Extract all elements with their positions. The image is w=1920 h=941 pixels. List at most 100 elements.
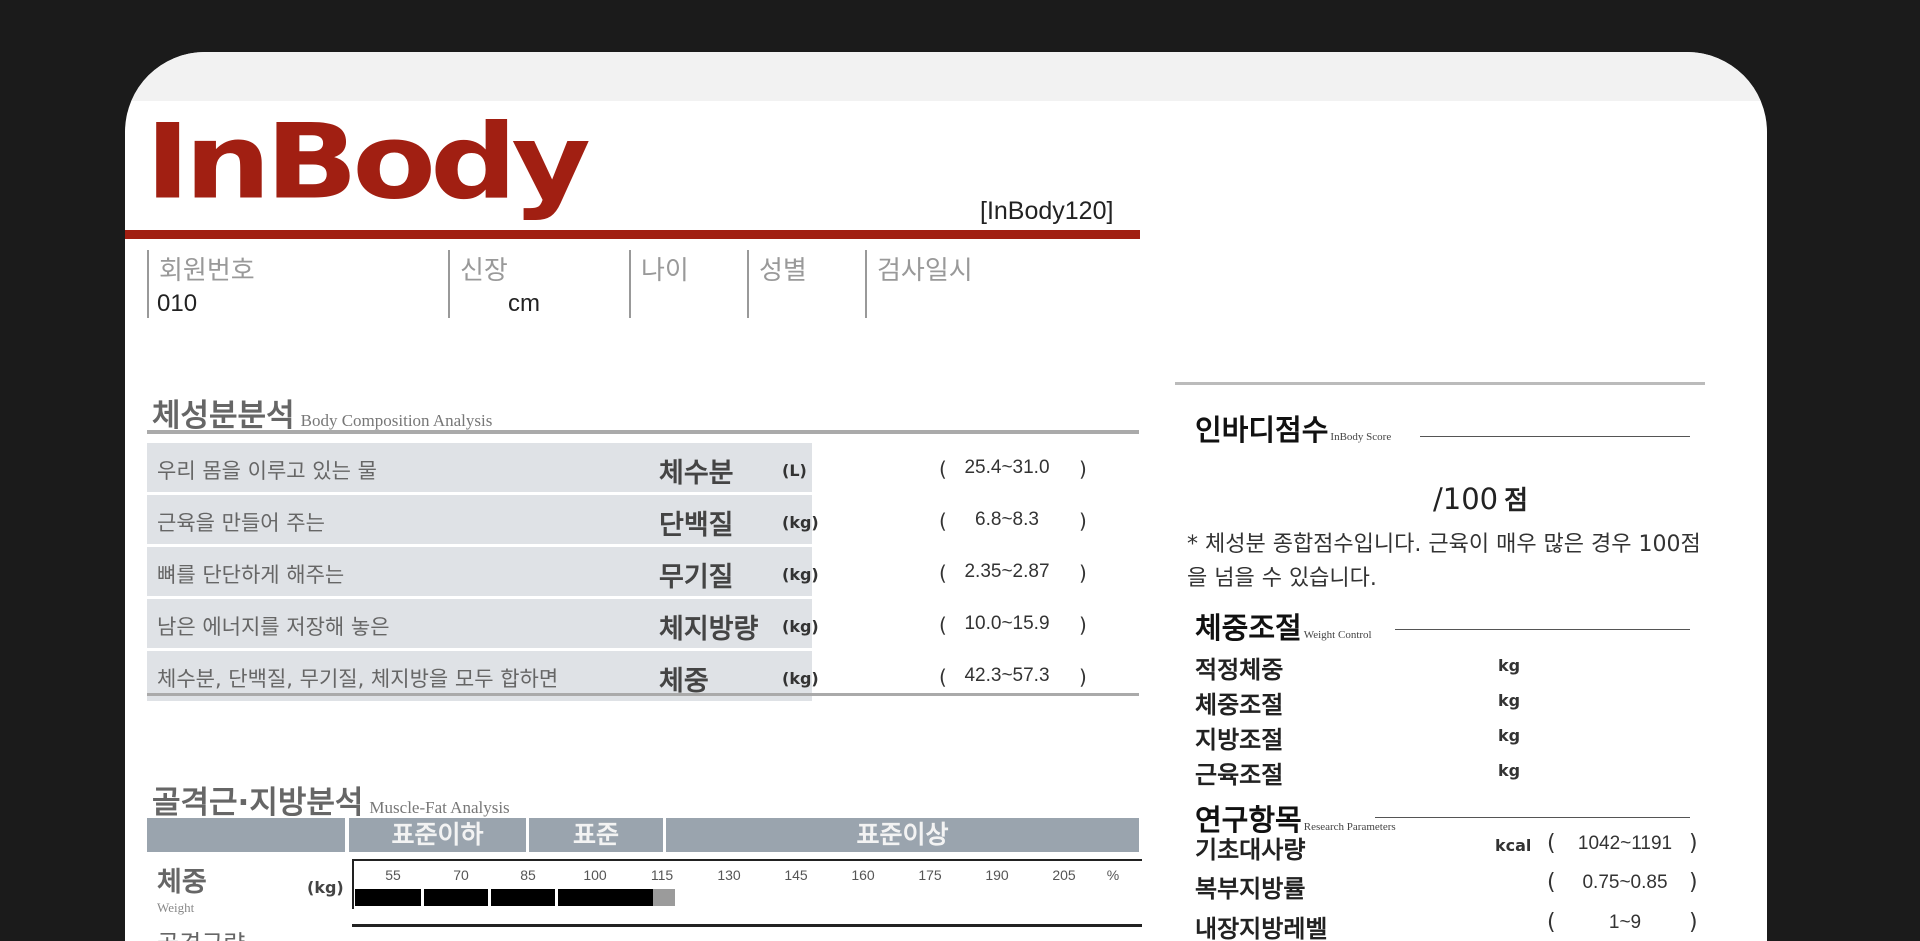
bca-row-desc: 남은 에너지를 저장해 놓은 — [157, 615, 390, 639]
mfa-tick-label: 190 — [985, 867, 1009, 883]
mfa-next-row-rule — [352, 924, 1142, 927]
research-title-en: Research Parameters — [1303, 821, 1396, 833]
weight-bar-tail — [653, 889, 675, 906]
bca-title-en: Body Composition Analysis — [300, 411, 493, 430]
mfa-head-above-standard: 표준이상 — [666, 818, 1139, 852]
bca-row-desc: 근육을 만들어 주는 — [157, 511, 325, 535]
mfa-tick-label: 175 — [918, 867, 942, 883]
age-label: 나이 — [641, 256, 689, 286]
header-divider — [125, 230, 1140, 239]
height-field: 신장 cm — [448, 250, 610, 318]
weight-control-label: 적정체중 — [1195, 656, 1284, 684]
weight-bar-sep-3 — [555, 889, 558, 906]
member-number-field: 회원번호 010 — [147, 250, 449, 318]
weight-control-title-en: Weight Control — [1303, 629, 1372, 641]
research-rule — [1375, 817, 1690, 818]
bca-row: 우리 몸을 이루고 있는 물 체수분 (L) (25.4~31.0) — [147, 440, 1139, 493]
height-unit: cm — [508, 290, 540, 317]
weight-control-unit: kg — [1498, 656, 1521, 675]
mfa-tick-label: 205 — [1052, 867, 1076, 883]
bca-row-range: 42.3~57.3 — [964, 665, 1050, 686]
bca-title: 체성분분석 Body Composition Analysis — [152, 390, 492, 435]
score-note: * 체성분 종합점수입니다. 근육이 매우 많은 경우 100점을 넘을 수 있… — [1187, 532, 1701, 591]
score-value: /100 점 — [1433, 480, 1528, 517]
bca-row-paren-close: ) — [1079, 665, 1087, 689]
weight-control-label: 지방조절 — [1195, 726, 1284, 754]
research-paren-close: ) — [1689, 831, 1698, 856]
bca-row-desc: 우리 몸을 이루고 있는 물 — [157, 459, 377, 483]
mfa-title-ko: 골격근·지방분석 — [152, 785, 364, 821]
mfa-tick-label: 70 — [453, 867, 469, 883]
score-suffix: 점 — [1504, 486, 1529, 516]
mfa-tick-label: 85 — [520, 867, 536, 883]
bca-row-name: 단백질 — [659, 510, 734, 541]
inbody-logo: InBody — [145, 101, 591, 223]
bca-row: 근육을 만들어 주는 단백질 (kg) (6.8~8.3) — [147, 492, 1139, 545]
weight-bar-sep-1 — [421, 889, 424, 906]
score-title: 인바디점수 InBody Score — [1195, 407, 1391, 449]
mfa-title: 골격근·지방분석 Muscle-Fat Analysis — [152, 777, 510, 822]
mfa-weight-unit: (kg) — [307, 878, 344, 897]
research-range: 1~9 — [1608, 912, 1642, 933]
bca-row: 뼈를 단단하게 해주는 무기질 (kg) (2.35~2.87) — [147, 544, 1139, 597]
mfa-tick-label: 100 — [583, 867, 607, 883]
research-label: 기초대사량 — [1195, 836, 1306, 864]
bca-row-unit: (kg) — [782, 565, 819, 584]
weight-control-unit: kg — [1498, 726, 1521, 745]
score-title-ko: 인바디점수 — [1195, 413, 1329, 447]
inbody-result-sheet: InBody [InBody120] 회원번호 010 신장 cm 나이 성별 … — [125, 52, 1767, 941]
bca-row-name: 무기질 — [659, 562, 734, 593]
bca-row-paren-close: ) — [1079, 509, 1087, 533]
mfa-head-below-standard: 표준이하 — [349, 818, 526, 852]
research-paren-open: ( — [1547, 831, 1556, 856]
weight-bar-sep-2 — [488, 889, 491, 906]
weight-bar — [355, 889, 653, 906]
mfa-head-standard: 표준 — [529, 818, 663, 852]
mfa-weight-sub: Weight — [157, 900, 195, 915]
weight-control-unit: kg — [1498, 761, 1521, 780]
bca-row-unit: (L) — [782, 461, 807, 480]
mfa-axis — [352, 859, 1142, 861]
bca-row-paren-close: ) — [1079, 561, 1087, 585]
bca-row-paren-close: ) — [1079, 613, 1087, 637]
sex-field: 성별 — [747, 250, 859, 318]
research-paren-close: ) — [1689, 870, 1698, 895]
weight-control-label: 근육조절 — [1195, 761, 1284, 789]
mfa-tick-label: 115 — [650, 867, 674, 883]
bca-row-range: 10.0~15.9 — [964, 613, 1050, 634]
mfa-tick-label: 130 — [717, 867, 741, 883]
mfa-tick-label: 160 — [851, 867, 875, 883]
bca-title-ko: 체성분분석 — [152, 398, 295, 434]
bca-row-paren-open: ( — [939, 665, 947, 689]
mfa-head-blank — [147, 818, 345, 852]
bca-row-range: 25.4~31.0 — [964, 457, 1050, 478]
top-strip — [125, 52, 1767, 101]
age-field: 나이 — [629, 250, 741, 318]
test-date-label: 검사일시 — [877, 256, 973, 286]
research-label: 내장지방레벨 — [1195, 915, 1328, 941]
score-title-en: InBody Score — [1330, 431, 1392, 443]
bca-top-rule — [147, 430, 1139, 434]
weight-control-title-ko: 체중조절 — [1195, 611, 1302, 645]
mfa-weight-label: 체중 — [157, 867, 207, 898]
research-range: 1042~1191 — [1577, 833, 1673, 854]
weight-control-rule — [1395, 629, 1690, 630]
research-label: 복부지방률 — [1195, 875, 1306, 903]
bca-row-name: 체지방량 — [659, 614, 759, 645]
mfa-next-row-label: 골격근량 — [157, 924, 245, 941]
bca-row-desc: 뼈를 단단하게 해주는 — [157, 563, 345, 587]
test-date-field: 검사일시 — [865, 250, 1127, 318]
bca-row-paren-open: ( — [939, 561, 947, 585]
weight-control-unit: kg — [1498, 691, 1521, 710]
sex-label: 성별 — [759, 256, 807, 286]
research-unit: kcal — [1495, 836, 1532, 855]
mfa-tick-label: 55 — [385, 867, 401, 883]
bca-row-desc: 체수분, 단백질, 무기질, 체지방을 모두 합하면 — [157, 667, 559, 691]
bca-row-paren-open: ( — [939, 457, 947, 481]
bca-row-range: 2.35~2.87 — [964, 561, 1050, 582]
mfa-tick-label: % — [1106, 867, 1120, 883]
bca-row-range: 6.8~8.3 — [975, 509, 1039, 530]
bca-bottom-rule — [147, 693, 1139, 696]
research-paren-open: ( — [1547, 870, 1556, 895]
mfa-title-en: Muscle-Fat Analysis — [369, 798, 510, 817]
